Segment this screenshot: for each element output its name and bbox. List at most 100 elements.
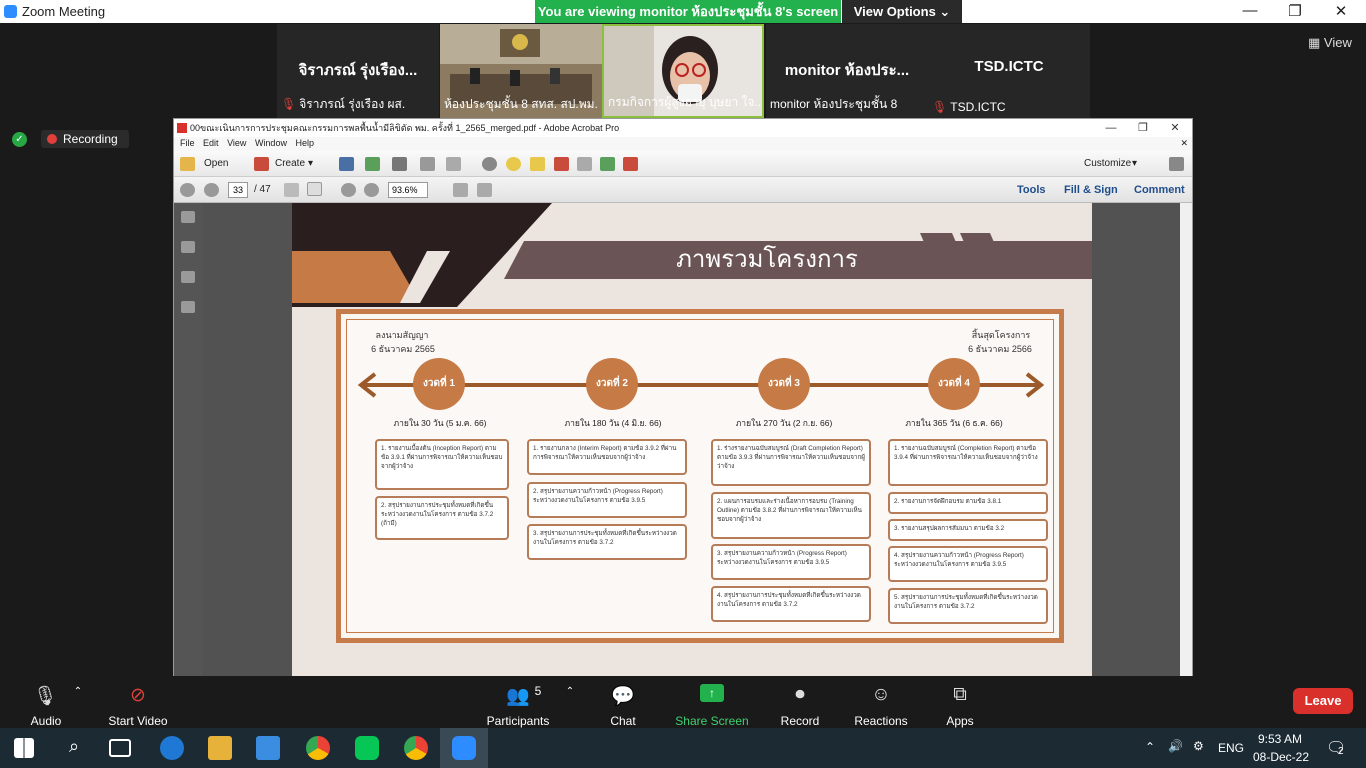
create-dropdown-icon[interactable]: ▾ — [308, 158, 313, 169]
delete-icon[interactable] — [554, 157, 569, 171]
fill-sign-link[interactable]: Fill & Sign — [1064, 184, 1118, 196]
volume-icon[interactable]: 🔊 — [1168, 739, 1183, 753]
view-button[interactable]: ▦ View — [1308, 35, 1352, 51]
task-view-icon[interactable] — [109, 739, 131, 757]
minimize-icon[interactable]: — — [1235, 2, 1265, 19]
start-video-button[interactable]: Start Video — [93, 714, 183, 728]
leave-button[interactable]: Leave — [1293, 688, 1353, 714]
participant-tile-active[interactable]: กรมกิจการผู้สูงอายุ บุษยา ใจ... — [602, 24, 764, 118]
participant-name: monitor ห้องประชุมชั้น 8 — [770, 97, 898, 111]
maximize-icon[interactable]: ❐ — [1280, 2, 1310, 20]
line-app-icon[interactable] — [355, 736, 379, 760]
next-page-icon[interactable] — [204, 183, 219, 197]
muted-mic-icon: 🎙 — [281, 97, 297, 111]
clock-date[interactable]: 08-Dec-22 — [1253, 750, 1309, 764]
page-number-input[interactable]: 33 — [228, 182, 248, 198]
encryption-shield-icon[interactable]: ✓ — [12, 132, 27, 147]
fit-page-icon[interactable] — [453, 183, 468, 197]
acrobat-window: 00ขณะเนินการการประชุมคณะกรรมการพลพื้นน้ำ… — [173, 118, 1193, 677]
acrobat-close-icon[interactable]: ✕ — [1160, 119, 1190, 137]
extract-icon[interactable] — [577, 157, 592, 171]
open-button[interactable]: Open — [204, 158, 228, 169]
save-icon[interactable] — [339, 157, 354, 171]
phase-1-duration: ภายใน 30 วัน (5 ม.ค. 66) — [393, 418, 487, 428]
zoom-out-icon[interactable] — [341, 183, 356, 197]
zoom-in-icon[interactable] — [364, 183, 379, 197]
microsoft-store-icon[interactable] — [256, 736, 280, 760]
menu-window[interactable]: Window — [255, 138, 287, 148]
upload-icon[interactable] — [365, 157, 380, 171]
email-icon[interactable] — [446, 157, 461, 171]
export-icon[interactable] — [600, 157, 615, 171]
comment-bubble-icon[interactable] — [506, 157, 521, 171]
customize-dropdown-icon[interactable]: ▾ — [1132, 158, 1137, 169]
open-folder-icon — [180, 157, 195, 171]
audio-button[interactable]: Audio — [1, 714, 91, 728]
select-tool-icon[interactable] — [284, 183, 299, 197]
participant-tile[interactable]: จิราภรณ์ รุ่งเรือง... 🎙 จิราภรณ์ รุ่งเรือ… — [277, 24, 439, 118]
bookmarks-icon[interactable] — [181, 241, 195, 253]
document-close-icon[interactable]: ✕ — [1180, 138, 1188, 149]
file-explorer-icon[interactable] — [208, 736, 232, 760]
sign-icon[interactable] — [623, 157, 638, 171]
share-screen-icon[interactable]: ↑ — [700, 684, 724, 702]
apps-button[interactable]: Apps — [915, 714, 1005, 728]
zoom-app-icon[interactable] — [452, 736, 476, 760]
comment-link[interactable]: Comment — [1134, 184, 1185, 196]
participant-name: TSD.ICTC — [950, 100, 1006, 114]
chat-icon[interactable]: 💬 — [578, 684, 668, 708]
network-icon[interactable]: ⚙ — [1193, 739, 1204, 753]
view-options-button[interactable]: View Options ⌄ — [842, 0, 962, 23]
language-indicator[interactable]: ENG — [1218, 741, 1244, 755]
participant-tile[interactable]: TSD.ICTC 🎙 TSD.ICTC — [928, 24, 1090, 118]
hand-tool-icon[interactable] — [307, 182, 322, 196]
deliverable-box: 5. สรุปรายงานการประชุมทั้งหมดที่เกิดขึ้น… — [888, 588, 1048, 624]
attachments-icon[interactable] — [181, 271, 195, 283]
customize-button[interactable]: Customize — [1084, 158, 1131, 169]
menu-help[interactable]: Help — [295, 138, 314, 148]
menu-file[interactable]: File — [180, 138, 195, 148]
document-scrollbar[interactable] — [1180, 203, 1192, 677]
acrobat-maximize-icon[interactable]: ❐ — [1128, 119, 1158, 137]
settings-icon[interactable] — [482, 157, 497, 171]
create-button[interactable]: Create — [275, 158, 305, 169]
fit-width-icon[interactable] — [477, 183, 492, 197]
print-icon[interactable] — [392, 157, 407, 171]
close-icon[interactable]: ✕ — [1326, 2, 1356, 20]
participant-tile[interactable]: monitor ห้องประ... monitor ห้องประชุมชั้… — [766, 24, 928, 118]
record-button[interactable]: Record — [755, 714, 845, 728]
zoom-level-input[interactable]: 93.6% — [388, 182, 428, 198]
acrobat-minimize-icon[interactable]: — — [1096, 119, 1126, 137]
menu-edit[interactable]: Edit — [203, 138, 219, 148]
view-label: View — [1323, 35, 1352, 50]
start-label: ลงนามสัญญา — [375, 330, 429, 340]
video-off-icon[interactable]: ⊘ — [93, 684, 183, 707]
fullscreen-icon[interactable] — [1169, 157, 1184, 171]
page-thumbnails-icon[interactable] — [181, 211, 195, 223]
clock-time[interactable]: 9:53 AM — [1258, 732, 1302, 746]
chrome-profile-icon[interactable] — [404, 736, 428, 760]
highlight-icon[interactable] — [530, 157, 545, 171]
start-windows-icon[interactable] — [14, 738, 34, 758]
apps-icon[interactable]: ⧉ — [915, 684, 1005, 706]
prev-page-icon[interactable] — [180, 183, 195, 197]
chat-button[interactable]: Chat — [578, 714, 668, 728]
participant-tile[interactable]: ห้องประชุมชั้น 8 สทส. สป.พม. — [440, 24, 602, 118]
reactions-button[interactable]: Reactions — [836, 714, 926, 728]
document-viewport[interactable]: ภาพรวมโครงการ ลงนามสัญญา 6 ธันวาคม 2565 … — [202, 203, 1192, 677]
record-icon[interactable]: ⏺ — [755, 684, 845, 706]
participant-display-name: จิราภรณ์ รุ่งเรือง... — [298, 62, 418, 79]
menu-view[interactable]: View — [227, 138, 246, 148]
acrobat-logo-icon — [177, 123, 187, 133]
recording-badge[interactable]: Recording — [41, 130, 129, 148]
share-screen-button[interactable]: Share Screen — [667, 714, 757, 728]
signatures-icon[interactable] — [181, 301, 195, 313]
edit-icon[interactable] — [420, 157, 435, 171]
tools-link[interactable]: Tools — [1017, 184, 1046, 196]
participants-button[interactable]: Participants — [473, 714, 563, 728]
chrome-icon[interactable] — [306, 736, 330, 760]
reactions-icon[interactable]: ☺ — [836, 684, 926, 706]
search-icon[interactable]: ⌕ — [62, 736, 86, 760]
edge-browser-icon[interactable] — [160, 736, 184, 760]
tray-chevron-icon[interactable]: ⌃ — [1145, 740, 1155, 754]
